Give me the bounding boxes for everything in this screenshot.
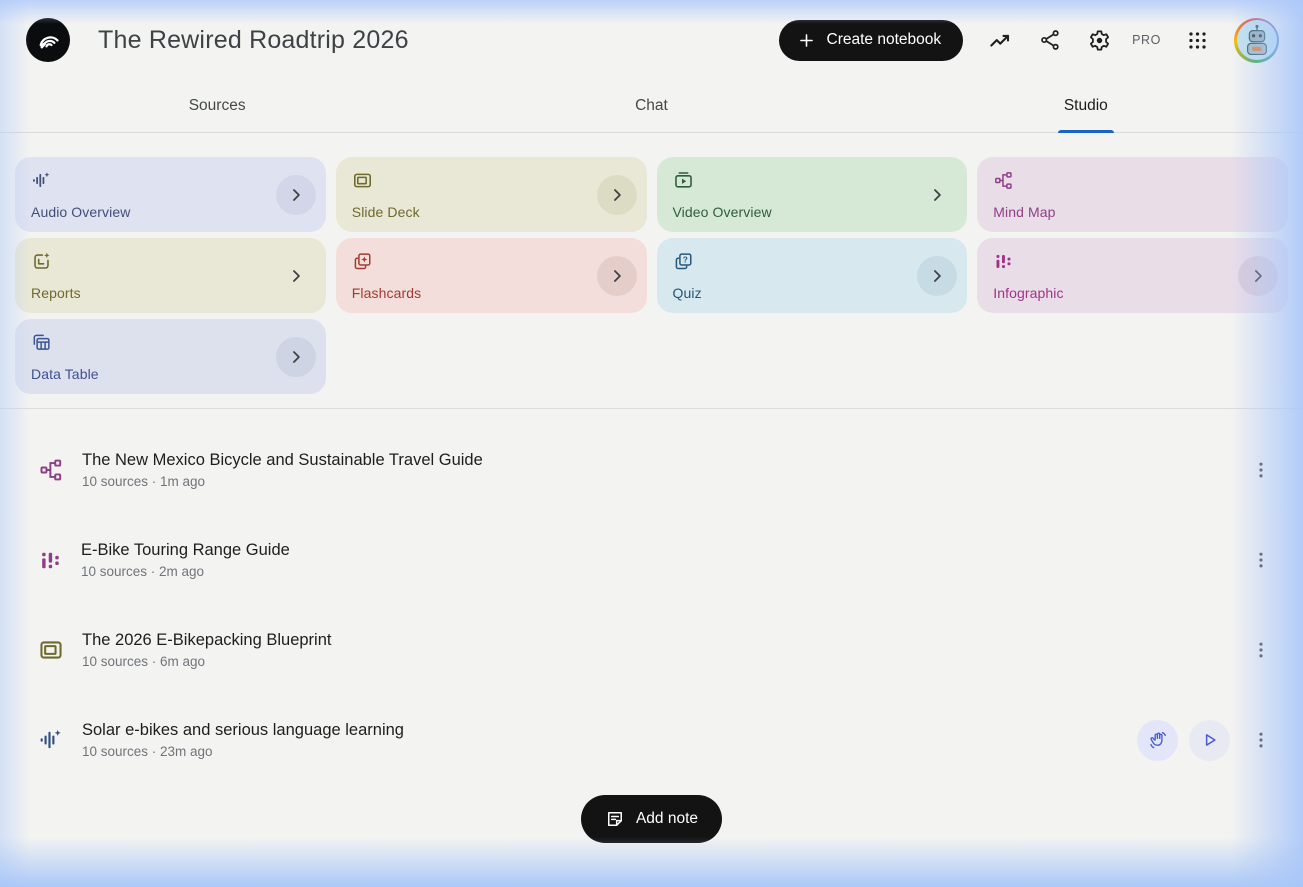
slide-deck-icon [353, 173, 371, 188]
chevron-right-icon[interactable] [275, 336, 316, 377]
card-slide-deck[interactable]: Slide Deck [335, 157, 647, 232]
artifact-title: The 2026 E-Bikepacking Blueprint [82, 631, 332, 649]
card-audio-overview[interactable]: Audio Overview [15, 157, 326, 232]
tab-chat[interactable]: Chat [434, 80, 868, 132]
more-options-button[interactable] [1247, 726, 1275, 754]
chevron-right-icon[interactable] [596, 255, 637, 296]
trending-up-icon [990, 34, 1010, 47]
vertical-dots-icon [1259, 552, 1263, 568]
more-options-button[interactable] [1247, 546, 1275, 574]
video-overview-icon [674, 172, 692, 188]
tab-studio[interactable]: Studio [869, 80, 1303, 133]
add-note-row: Add note [0, 795, 1303, 843]
chevron-right-icon[interactable] [917, 255, 958, 296]
vertical-dots-icon [1259, 462, 1263, 478]
chevron-right-icon[interactable] [917, 175, 957, 215]
gear-icon [1090, 29, 1110, 51]
waving-hand-icon [1149, 732, 1166, 749]
artifact-meta: 10 sources · 6m ago [82, 654, 206, 669]
apps-grid-icon [1189, 31, 1206, 49]
settings-button[interactable] [1087, 28, 1112, 53]
artifact-meta: 10 sources · 23m ago [82, 744, 213, 759]
more-options-button[interactable] [1247, 636, 1275, 664]
card-label: Data Table [31, 366, 99, 382]
card-reports[interactable]: Reports [15, 238, 326, 313]
notebooklm-studio-page: The Rewired Roadtrip 2026 Create noteboo… [0, 0, 1303, 887]
reports-icon [34, 252, 50, 269]
vertical-dots-icon [1259, 642, 1263, 658]
card-label: Mind Map [993, 204, 1056, 220]
notebooklm-logo-icon[interactable] [26, 18, 70, 62]
share-icon [1041, 30, 1059, 50]
play-icon [1205, 734, 1216, 746]
pro-badge: PRO [1132, 33, 1161, 47]
user-avatar[interactable] [1234, 17, 1279, 63]
panel-tabs: Sources Chat Studio [0, 80, 1303, 133]
active-tab-underline [1057, 130, 1114, 133]
create-notebook-label: Create notebook [826, 31, 942, 48]
card-label: Infographic [993, 285, 1064, 301]
mind-map-icon [40, 459, 62, 481]
header-actions: Create notebook PRO [778, 17, 1279, 63]
interactive-mode-button[interactable] [1137, 719, 1178, 761]
chevron-right-icon[interactable] [275, 174, 316, 215]
card-label: Reports [31, 285, 81, 301]
tab-sources[interactable]: Sources [0, 80, 434, 132]
artifact-title: Solar e-bikes and serious language learn… [82, 721, 404, 739]
card-video-overview[interactable]: Video Overview [656, 157, 968, 232]
quiz-icon: ? [675, 253, 692, 270]
card-data-table[interactable]: Data Table [15, 319, 326, 394]
card-label: Slide Deck [351, 204, 420, 220]
card-quiz[interactable]: ? Quiz [656, 238, 968, 313]
list-item-audio-overview[interactable]: Solar e-bikes and serious language learn… [0, 695, 1303, 785]
chevron-right-icon[interactable] [596, 174, 637, 215]
add-note-label: Add note [635, 810, 699, 827]
card-label: Quiz [672, 285, 702, 301]
card-mind-map[interactable]: Mind Map [977, 157, 1288, 232]
infographic-icon [42, 552, 59, 568]
flashcards-icon [354, 253, 371, 270]
svg-text:?: ? [682, 254, 687, 264]
studio-card-grid: Audio Overview Slide Deck Video Overview [15, 157, 1288, 394]
artifact-title: The New Mexico Bicycle and Sustainable T… [82, 451, 483, 469]
card-label: Audio Overview [31, 204, 131, 220]
note-icon [607, 812, 622, 826]
app-header: The Rewired Roadtrip 2026 Create noteboo… [0, 0, 1303, 80]
apps-grid-button[interactable] [1186, 29, 1209, 52]
create-notebook-button[interactable]: Create notebook [778, 19, 964, 61]
vertical-dots-icon [1259, 732, 1263, 748]
notebook-title[interactable]: The Rewired Roadtrip 2026 [98, 26, 409, 55]
slide-deck-icon [40, 641, 62, 659]
artifact-meta: 10 sources · 1m ago [82, 474, 206, 489]
card-label: Video Overview [672, 204, 772, 220]
list-item-mind-map[interactable]: The New Mexico Bicycle and Sustainable T… [0, 425, 1303, 515]
audio-waveform-sparkle-icon [33, 172, 50, 188]
chevron-right-icon[interactable] [1238, 255, 1278, 296]
artifact-title: E-Bike Touring Range Guide [81, 541, 290, 559]
share-button[interactable] [1038, 28, 1062, 52]
play-audio-button[interactable] [1189, 719, 1230, 761]
card-infographic[interactable]: Infographic [977, 238, 1288, 313]
artifact-meta: 10 sources · 2m ago [81, 564, 205, 579]
infographic-icon [996, 255, 1011, 268]
mind-map-icon [995, 172, 1012, 189]
audio-waveform-sparkle-icon [40, 729, 61, 749]
chevron-right-icon[interactable] [276, 256, 316, 296]
card-flashcards[interactable]: Flashcards [335, 238, 647, 313]
plus-icon [799, 33, 813, 47]
artifact-list: The New Mexico Bicycle and Sustainable T… [0, 409, 1303, 785]
analytics-trending-button[interactable] [988, 28, 1013, 53]
data-table-icon [33, 334, 50, 350]
more-options-button[interactable] [1247, 456, 1275, 484]
list-item-slide-deck[interactable]: The 2026 E-Bikepacking Blueprint 10 sour… [0, 605, 1303, 695]
robot-avatar-icon [1246, 24, 1267, 56]
list-item-infographic[interactable]: E-Bike Touring Range Guide 10 sources · … [0, 515, 1303, 605]
card-label: Flashcards [351, 285, 422, 301]
add-note-button[interactable]: Add note [580, 795, 723, 843]
